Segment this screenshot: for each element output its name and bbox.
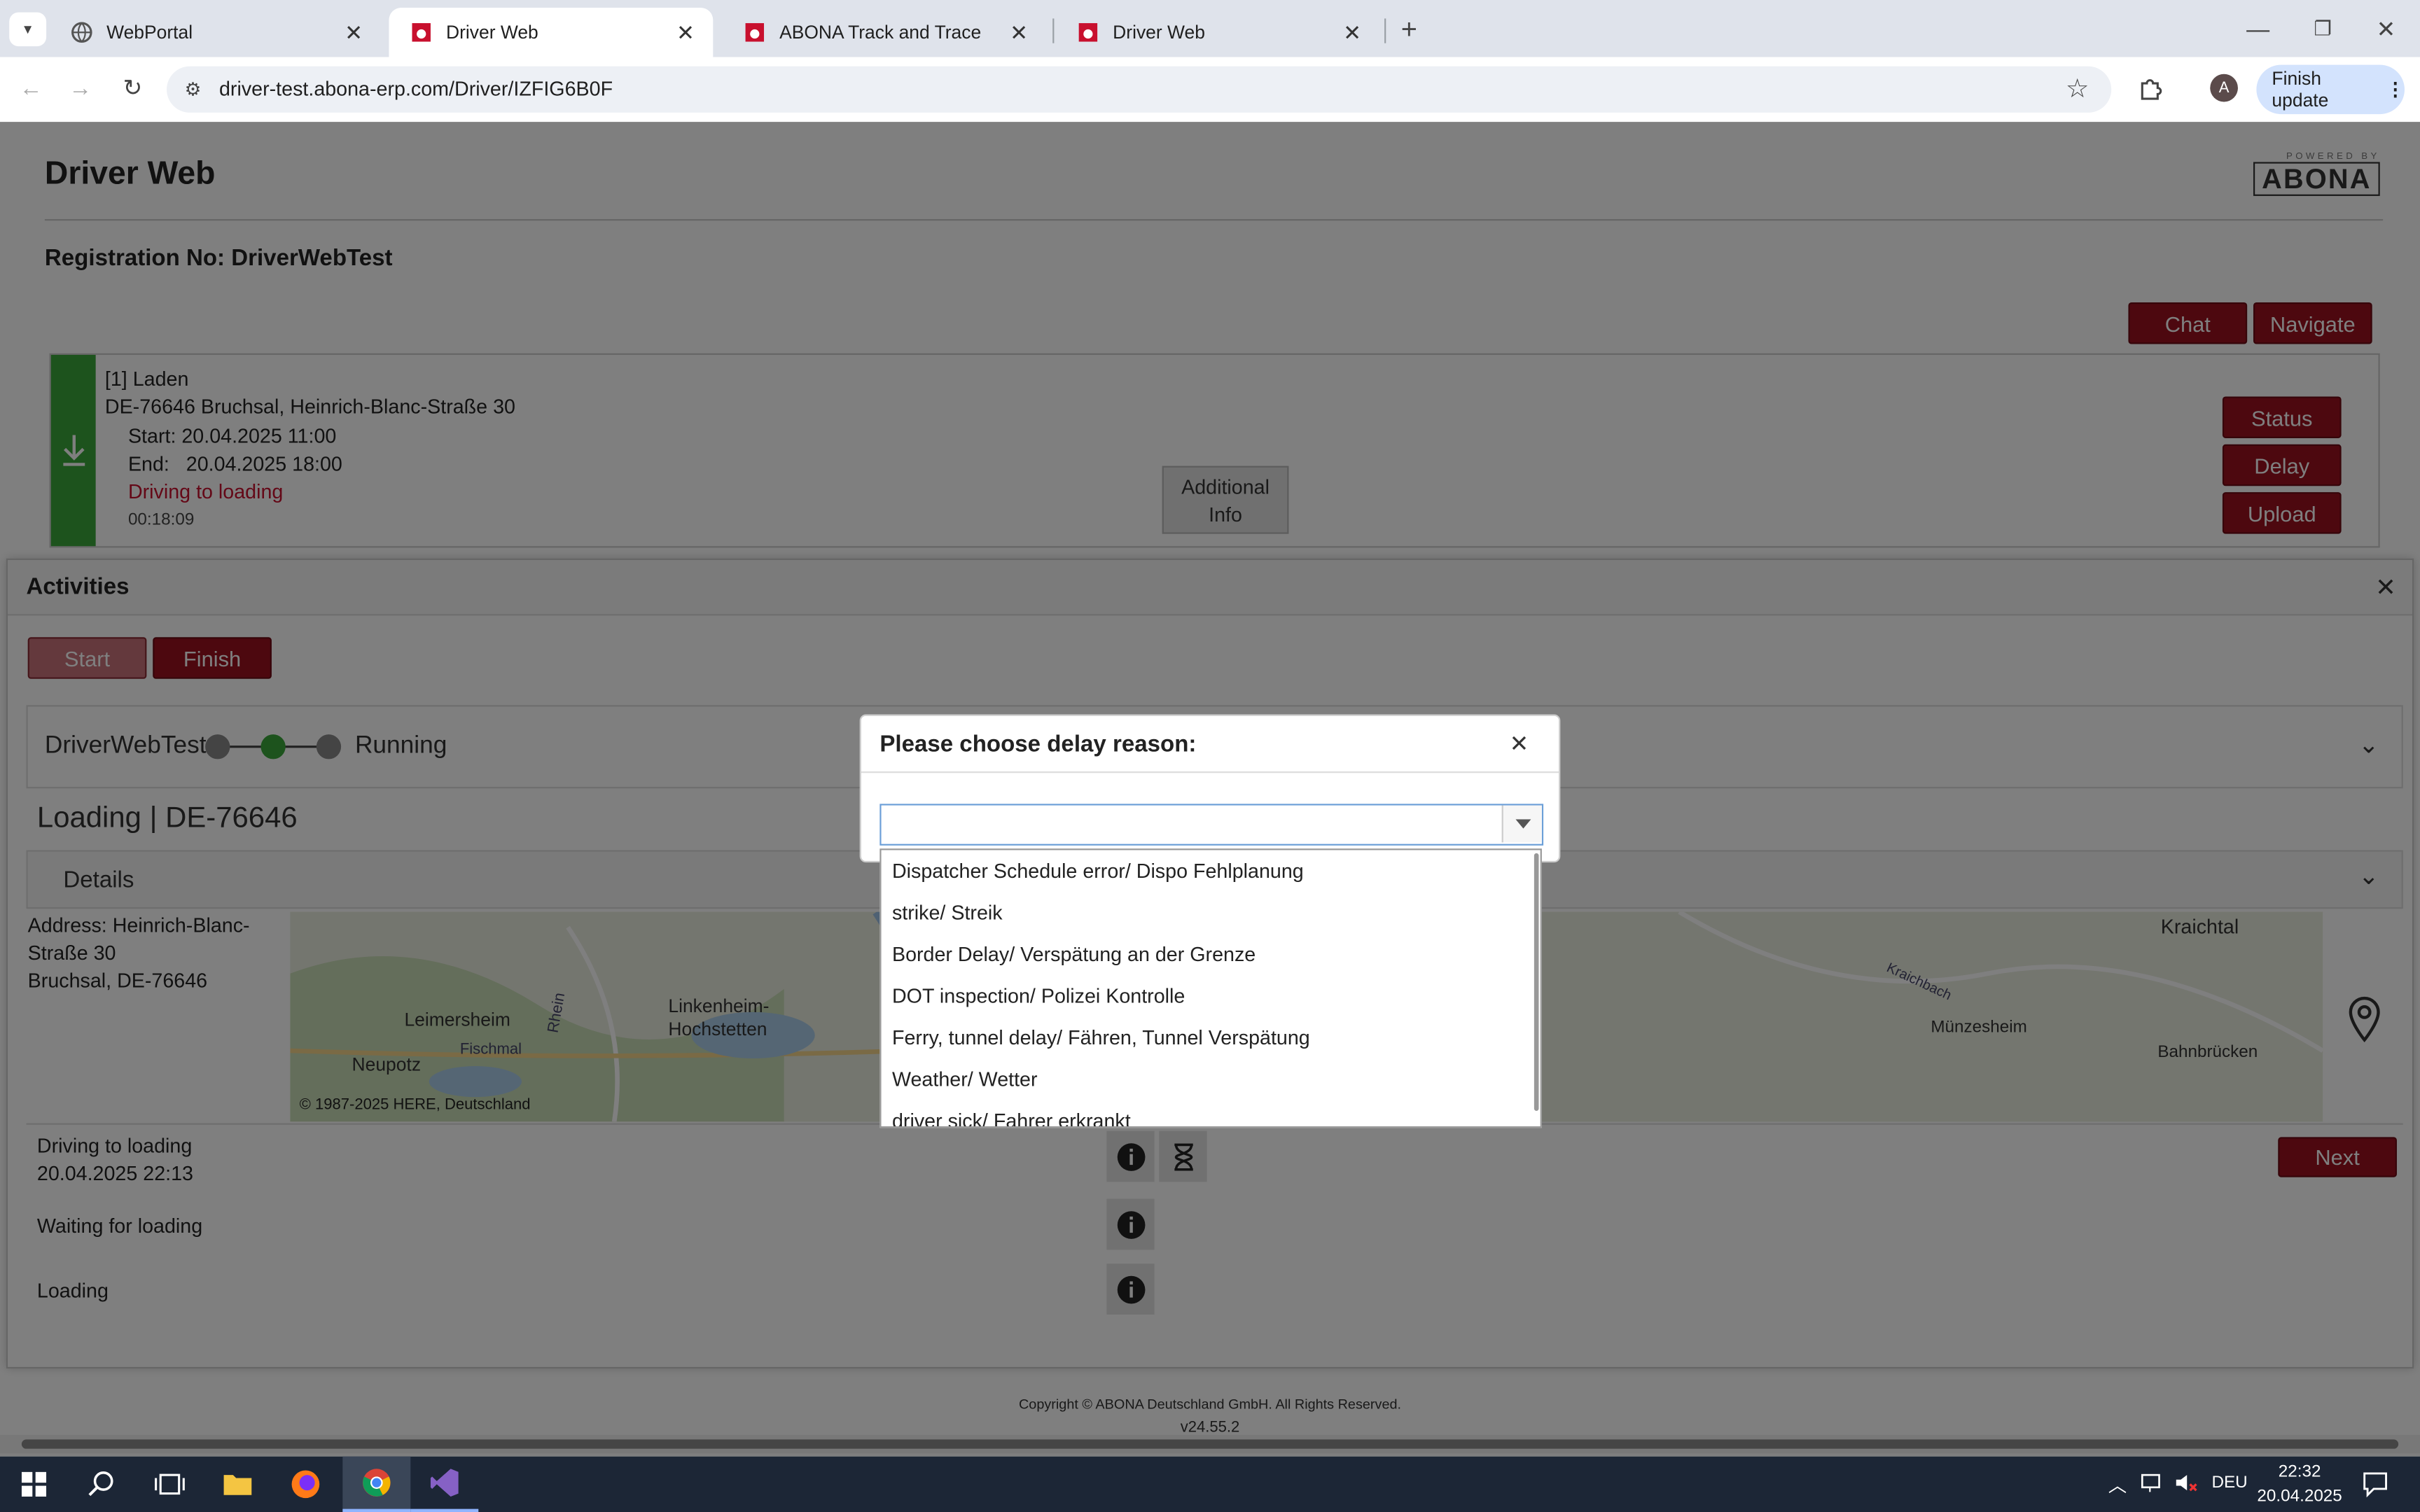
bookmark-star-icon[interactable]: ☆ xyxy=(2062,74,2093,105)
close-tab-icon[interactable]: ✕ xyxy=(676,20,695,46)
tab-abona-track-trace[interactable]: ABONA Track and Trace ✕ xyxy=(723,8,1047,57)
reload-icon[interactable]: ↻ xyxy=(118,73,148,104)
option-ferry-tunnel[interactable]: Ferry, tunnel delay/ Fähren, Tunnel Vers… xyxy=(892,1026,1310,1049)
clock[interactable]: 22:32 20.04.2025 xyxy=(2251,1460,2349,1509)
option-weather[interactable]: Weather/ Wetter xyxy=(892,1068,1038,1091)
visual-studio-icon[interactable] xyxy=(410,1457,479,1512)
dropdown-scrollbar[interactable] xyxy=(1534,853,1539,1111)
forward-arrow-icon[interactable]: → xyxy=(65,73,96,104)
firefox-icon[interactable] xyxy=(272,1457,340,1512)
window-close-icon[interactable]: ✕ xyxy=(2369,13,2402,46)
minimize-icon[interactable]: — xyxy=(2241,13,2274,46)
show-hidden-icons-icon[interactable]: ︿ xyxy=(2108,1472,2127,1498)
profile-avatar[interactable]: A xyxy=(2210,74,2238,102)
tab-label: WebPortal xyxy=(106,21,193,43)
tab-search-chevron-icon[interactable]: ▾ xyxy=(9,12,47,47)
language-indicator[interactable]: DEU xyxy=(2211,1474,2247,1492)
finish-update-button[interactable]: Finish update ⋮ xyxy=(2256,64,2405,115)
windows-taskbar: ︿ DEU 22:32 20.04.2025 xyxy=(0,1456,2420,1512)
restore-icon[interactable]: ❐ xyxy=(2306,13,2339,46)
clock-time: 22:32 xyxy=(2278,1462,2321,1481)
option-dispatcher-error[interactable]: Dispatcher Schedule error/ Dispo Fehlpla… xyxy=(892,860,1304,883)
abona-favicon-icon xyxy=(1077,22,1099,43)
back-arrow-icon[interactable]: ← xyxy=(15,73,46,104)
option-strike[interactable]: strike/ Streik xyxy=(892,901,1003,924)
task-view-icon[interactable] xyxy=(136,1457,204,1512)
tab-label: ABONA Track and Trace xyxy=(779,21,982,43)
tab-driver-web-active[interactable]: Driver Web ✕ xyxy=(389,8,714,57)
notification-center-icon[interactable] xyxy=(2361,1471,2389,1499)
globe-icon xyxy=(71,22,92,43)
url-bar[interactable]: ⚙ driver-test.abona-erp.com/Driver/IZFIG… xyxy=(167,66,2112,113)
browser-toolbar: ← → ↻ ⚙ driver-test.abona-erp.com/Driver… xyxy=(0,57,2420,122)
kebab-menu-icon[interactable]: ⋮ xyxy=(2386,78,2405,100)
site-settings-icon[interactable]: ⚙ xyxy=(179,76,207,104)
finish-update-label: Finish update xyxy=(2272,67,2329,111)
search-icon[interactable] xyxy=(68,1457,136,1512)
close-tab-icon[interactable]: ✕ xyxy=(1010,20,1028,46)
tab-label: Driver Web xyxy=(445,21,538,43)
tab-driver-web-2[interactable]: Driver Web ✕ xyxy=(1056,8,1380,57)
extensions-puzzle-icon[interactable] xyxy=(2133,73,2167,106)
file-explorer-icon[interactable] xyxy=(204,1457,272,1512)
network-icon[interactable] xyxy=(2139,1471,2164,1495)
browser-tab-bar: ▾ WebPortal ✕ Driver Web ✕ ABONA Track a… xyxy=(0,0,2420,57)
option-dot-inspection[interactable]: DOT inspection/ Polizei Kontrolle xyxy=(892,984,1185,1007)
close-tab-icon[interactable]: ✕ xyxy=(345,20,363,46)
option-driver-sick[interactable]: driver sick/ Fahrer erkrankt xyxy=(892,1110,1131,1126)
abona-favicon-icon xyxy=(744,22,765,43)
windows-start-icon[interactable] xyxy=(0,1457,68,1512)
new-tab-plus-icon[interactable]: + xyxy=(1392,13,1426,46)
close-tab-icon[interactable]: ✕ xyxy=(1343,20,1361,46)
url-text[interactable]: driver-test.abona-erp.com/Driver/IZFIG6B… xyxy=(219,77,613,100)
option-border-delay[interactable]: Border Delay/ Verspätung an der Grenze xyxy=(892,943,1256,966)
tab-label: Driver Web xyxy=(1113,21,1205,43)
delay-reason-select[interactable] xyxy=(879,804,1544,846)
clock-date: 20.04.2025 xyxy=(2257,1487,2342,1506)
modal-title: Please choose delay reason: xyxy=(879,731,1197,758)
tab-webportal[interactable]: WebPortal ✕ xyxy=(50,8,382,57)
dropdown-arrow-icon[interactable] xyxy=(1501,805,1542,843)
delay-reason-modal: Please choose delay reason: ✕ xyxy=(859,714,1561,863)
chrome-icon[interactable] xyxy=(342,1456,411,1512)
volume-muted-icon[interactable] xyxy=(2173,1471,2197,1495)
abona-favicon-icon xyxy=(410,22,432,43)
delay-reason-options: Dispatcher Schedule error/ Dispo Fehlpla… xyxy=(879,848,1542,1128)
modal-close-icon[interactable]: ✕ xyxy=(1510,730,1529,757)
